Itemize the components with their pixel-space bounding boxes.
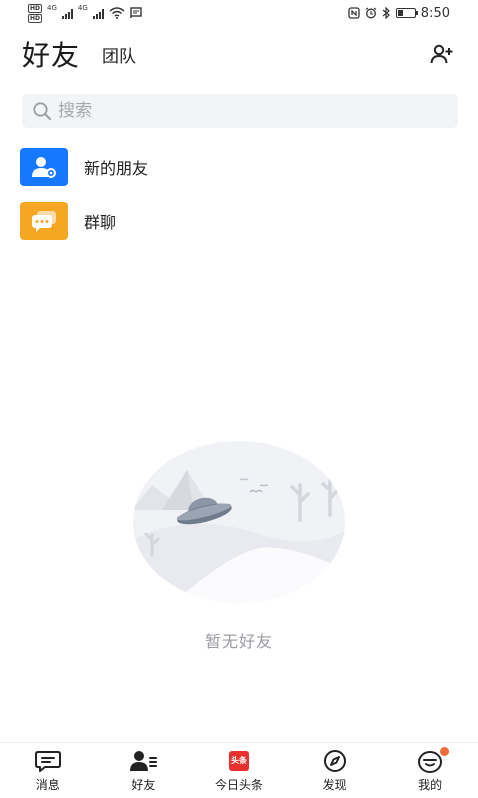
search-icon xyxy=(33,102,51,120)
tab-team[interactable]: 团队 xyxy=(102,42,136,67)
nav-label: 好友 xyxy=(131,777,156,792)
nav-label: 今日头条 xyxy=(214,777,263,792)
signal-label-2: 4G xyxy=(77,3,88,12)
battery-level xyxy=(397,10,404,16)
page-header: 好友 团队 xyxy=(22,34,456,74)
friends-icon xyxy=(129,749,158,773)
bottom-nav: 消息 好友 头条 今日头条 发现 我的 xyxy=(0,742,478,798)
add-friend-button[interactable] xyxy=(428,40,456,68)
nav-item-discover[interactable]: 发现 xyxy=(290,749,380,793)
nfc-icon xyxy=(348,7,360,19)
hd-indicators: HD HD xyxy=(28,3,43,23)
friends-screen: HD HD 4G 4G 8:50 好友 团队 搜索 新的朋友 群聊 暂无好友 消… xyxy=(0,0,478,798)
status-time: 8:50 xyxy=(420,5,450,21)
signal-icon-1 xyxy=(61,8,73,19)
empty-state-text: 暂无好友 xyxy=(204,632,273,651)
search-input[interactable] xyxy=(58,101,438,121)
signal-icon-2 xyxy=(92,8,104,19)
hd-badge-1: HD xyxy=(28,3,43,13)
page-title: 好友 xyxy=(22,39,81,72)
search-bar[interactable] xyxy=(22,94,458,128)
nav-label: 我的 xyxy=(418,777,443,792)
status-left: HD HD 4G 4G xyxy=(28,3,142,23)
battery-icon xyxy=(395,8,418,18)
notification-badge xyxy=(440,746,450,756)
nav-item-profile[interactable]: 我的 xyxy=(385,746,475,793)
status-bar: HD HD 4G 4G 8:50 xyxy=(0,0,478,26)
nav-item-friends[interactable]: 好友 xyxy=(98,749,188,793)
toutiao-icon: 头条 xyxy=(228,749,249,773)
nav-label: 消息 xyxy=(35,777,60,792)
alarm-icon xyxy=(365,7,377,19)
status-right: 8:50 xyxy=(348,6,450,21)
list-item-label: 新的朋友 xyxy=(84,159,149,178)
signal-label-1: 4G xyxy=(47,3,57,12)
nav-item-toutiao[interactable]: 头条 今日头条 xyxy=(194,749,284,793)
bluetooth-icon xyxy=(382,7,390,19)
list-item-label: 群聊 xyxy=(84,213,117,232)
compass-icon xyxy=(323,749,347,773)
empty-state-illustration xyxy=(133,441,345,603)
nav-label: 发现 xyxy=(322,777,347,792)
message-icon xyxy=(34,749,61,773)
list-item-group-chat[interactable]: 群聊 xyxy=(20,201,460,241)
add-user-icon xyxy=(430,44,453,64)
hd-badge-2: HD xyxy=(28,13,43,23)
wifi-icon xyxy=(109,7,125,19)
notification-flag-icon xyxy=(130,7,142,18)
chat-bubble-icon xyxy=(20,202,68,240)
toutiao-logo: 头条 xyxy=(228,750,249,771)
nav-item-messages[interactable]: 消息 xyxy=(3,749,93,793)
list-item-new-friends[interactable]: 新的朋友 xyxy=(20,147,460,187)
person-add-icon xyxy=(20,148,68,186)
